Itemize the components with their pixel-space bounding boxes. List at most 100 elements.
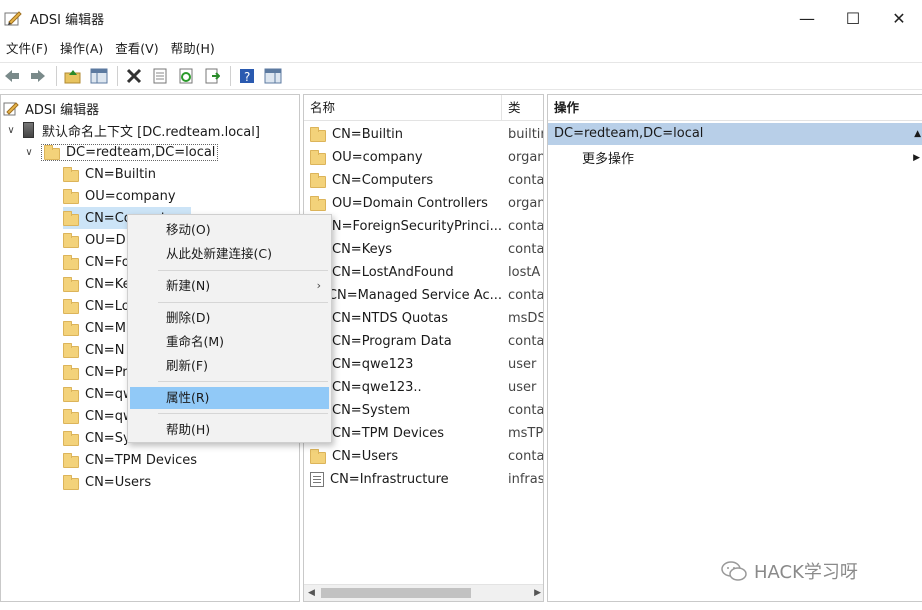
list-item-type: user [508,380,537,395]
list-item[interactable]: OU=company organ [304,146,543,169]
list-item-name: CN=Computers [332,173,434,188]
ctx-properties[interactable]: 属性(R) [130,387,329,409]
menu-help[interactable]: 帮助(H) [165,38,221,60]
list-item[interactable]: CN=Users conta [304,445,544,468]
list-item-type: conta [508,449,544,464]
tree-item[interactable]: CN=Users [63,471,151,493]
ctx-move[interactable]: 移动(O) [130,219,329,241]
list-item[interactable]: CN=Keys conta [304,238,543,261]
list-item[interactable]: CN=qwe123.. user [304,376,543,399]
delete-icon[interactable] [122,65,146,87]
tree-item[interactable]: CN=N [63,339,124,361]
ctx-new[interactable]: 新建(N) › [130,275,329,297]
tree-item[interactable]: CN=Pr [63,361,128,383]
menu-action[interactable]: 操作(A) [54,38,109,60]
list-item[interactable]: CN=NTDS Quotas msDS [304,307,543,330]
scrollbar-thumb[interactable] [321,588,471,598]
list-item[interactable]: CN=Builtin builtin [304,123,543,146]
scroll-right-icon[interactable]: ▶ [534,588,541,598]
list-item[interactable]: CN=Computers conta [304,169,543,192]
tree-context[interactable]: ∨ 默认命名上下文 [DC.redteam.local] [5,119,260,141]
list-item-name: CN=qwe123.. [332,380,422,395]
tree-item[interactable]: CN=Lo [63,295,130,317]
show-action-pane-icon[interactable] [261,65,285,87]
show-console-tree-icon[interactable] [87,65,111,87]
scroll-left-icon[interactable]: ◀ [308,588,315,598]
tree-item-label: CN=M [85,320,126,336]
folder-icon [310,127,326,142]
list-item-type: conta [508,219,544,234]
folder-icon [63,364,79,380]
minimize-button[interactable]: — [784,0,830,36]
chevron-down-icon[interactable]: ∨ [23,147,35,158]
ctx-rename[interactable]: 重命名(M) [130,331,329,353]
list-item[interactable]: CN=Managed Service Ac... conta [304,284,543,307]
list-header: 名称 类 [304,95,543,121]
back-icon[interactable] [0,65,24,87]
tree-item-label: CN=Sy [85,430,131,446]
ctx-delete[interactable]: 删除(D) [130,307,329,329]
action-pane-header: 操作 [548,95,922,121]
menu-view[interactable]: 查看(V) [109,38,164,60]
list-item-name: CN=Program Data [332,334,452,349]
list-item[interactable]: CN=qwe123 user [304,353,543,376]
document-icon [310,472,324,487]
properties-icon[interactable] [148,65,172,87]
horizontal-scrollbar[interactable]: ◀ ▶ [304,584,543,601]
column-type-header[interactable]: 类 [502,95,521,121]
list-item[interactable]: CN=TPM Devices msTP [304,422,543,445]
column-name-header[interactable]: 名称 [304,95,502,121]
ctx-new-connection[interactable]: 从此处新建连接(C) [130,243,329,265]
collapse-up-icon[interactable]: ▲ [914,123,921,145]
tree-root[interactable]: ADSI 编辑器 [3,97,99,119]
folder-icon [63,474,79,490]
svg-text:?: ? [244,70,250,84]
export-list-icon[interactable] [200,65,224,87]
ctx-refresh[interactable]: 刷新(F) [130,355,329,377]
tree-item[interactable]: CN=Fo [63,251,130,273]
list-item[interactable]: OU=Domain Controllers organ [304,192,543,215]
list-item-name: CN=TPM Devices [332,426,445,441]
tree-item[interactable]: CN=qw [63,405,134,427]
list-item-type: lostA [508,265,541,280]
tree-item[interactable]: CN=qw [63,383,134,405]
list-pane[interactable]: 名称 类 CN=Builtin builtin OU=company organ CN=… [303,94,544,602]
list-item-name: CN=qwe123 [332,357,414,372]
list-item[interactable]: CN=System conta [304,399,543,422]
list-item-name: CN=ForeignSecurityPrinci... [322,219,502,234]
tree-item-label: CN=Pr [85,364,128,380]
tree-item[interactable]: CN=Builtin [63,163,156,185]
tree-item[interactable]: OU=company [63,185,176,207]
more-actions[interactable]: 更多操作 [582,149,634,171]
folder-icon [63,452,79,468]
list-item[interactable]: CN=Program Data conta [304,330,543,353]
action-selected-object[interactable]: DC=redteam,DC=local ▲ [548,123,922,145]
list-item[interactable]: CN=ForeignSecurityPrinci... conta [304,215,544,238]
maximize-button[interactable]: ☐ [830,0,876,36]
tree-item[interactable]: CN=Ke [63,273,131,295]
title-bar: ADSI 编辑器 — ☐ ✕ [0,0,922,36]
help-icon[interactable]: ? [235,65,259,87]
menu-file[interactable]: 文件(F) [0,38,54,60]
tree-context-label: 默认命名上下文 [DC.redteam.local] [42,124,260,140]
up-folder-icon[interactable] [61,65,85,87]
folder-icon [310,196,326,211]
close-button[interactable]: ✕ [876,0,922,36]
folder-icon [63,298,79,314]
tree-item[interactable]: CN=Sy [63,427,131,449]
tree-domain[interactable]: ∨ DC=redteam,DC=local [23,141,219,163]
submenu-arrow-icon: › [316,279,321,292]
folder-icon [310,150,326,165]
list-item[interactable]: CN=LostAndFound lostA [304,261,543,284]
tree-item[interactable]: CN=M [63,317,126,339]
chevron-down-icon[interactable]: ∨ [5,125,17,136]
folder-icon [63,254,79,270]
refresh-icon[interactable] [174,65,198,87]
forward-icon[interactable] [26,65,50,87]
tree-item[interactable]: OU=D [63,229,126,251]
folder-icon [63,232,79,248]
list-item[interactable]: CN=Infrastructure infras [304,468,543,491]
tree-item[interactable]: CN=TPM Devices [63,449,197,471]
ctx-help[interactable]: 帮助(H) [130,419,329,441]
window-title: ADSI 编辑器 [30,12,105,28]
